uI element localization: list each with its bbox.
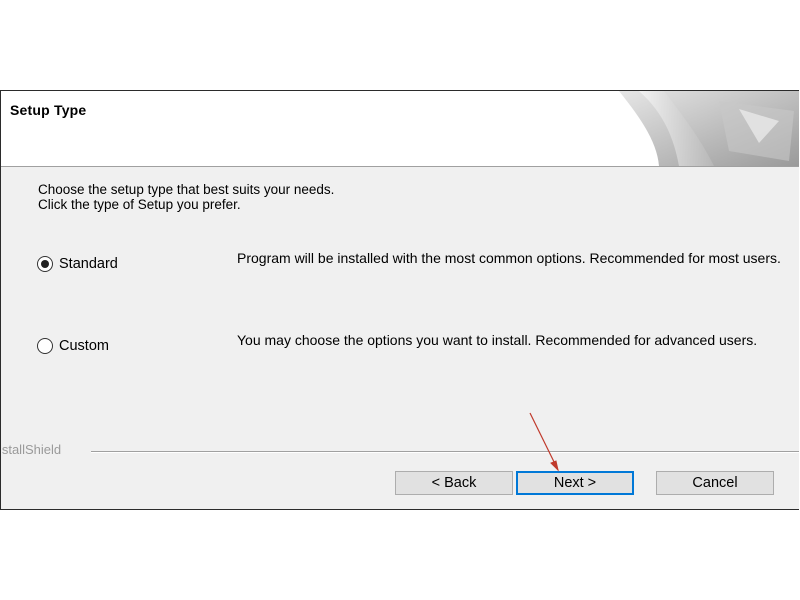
footer-divider xyxy=(91,451,799,453)
intro-text: Choose the setup type that best suits yo… xyxy=(38,182,334,212)
radio-unselected-icon[interactable] xyxy=(37,338,53,354)
page-title: Setup Type xyxy=(10,102,87,118)
option-custom: Custom You may choose the options you wa… xyxy=(37,333,792,378)
radio-selected-icon[interactable] xyxy=(37,256,53,272)
page-curl-graphic xyxy=(619,91,799,166)
dialog-header: Setup Type xyxy=(1,91,799,167)
standard-radio[interactable]: Standard xyxy=(37,256,118,272)
setup-dialog: Setup Type Choose the setup type that be… xyxy=(0,90,799,510)
standard-description: Program will be installed with the most … xyxy=(237,250,781,266)
next-button[interactable]: Next > xyxy=(516,471,634,495)
intro-line-1: Choose the setup type that best suits yo… xyxy=(38,182,335,197)
custom-radio[interactable]: Custom xyxy=(37,338,109,354)
back-button[interactable]: < Back xyxy=(395,471,513,495)
cancel-button[interactable]: Cancel xyxy=(656,471,774,495)
installshield-brand: InstallShield xyxy=(1,442,61,457)
standard-radio-label[interactable]: Standard xyxy=(59,256,118,272)
custom-radio-label[interactable]: Custom xyxy=(59,338,109,354)
intro-line-2: Click the type of Setup you prefer. xyxy=(38,197,241,212)
custom-description: You may choose the options you want to i… xyxy=(237,332,758,348)
option-standard: Standard Program will be installed with … xyxy=(37,251,792,296)
installshield-brand-text: InstallShield xyxy=(1,442,62,457)
